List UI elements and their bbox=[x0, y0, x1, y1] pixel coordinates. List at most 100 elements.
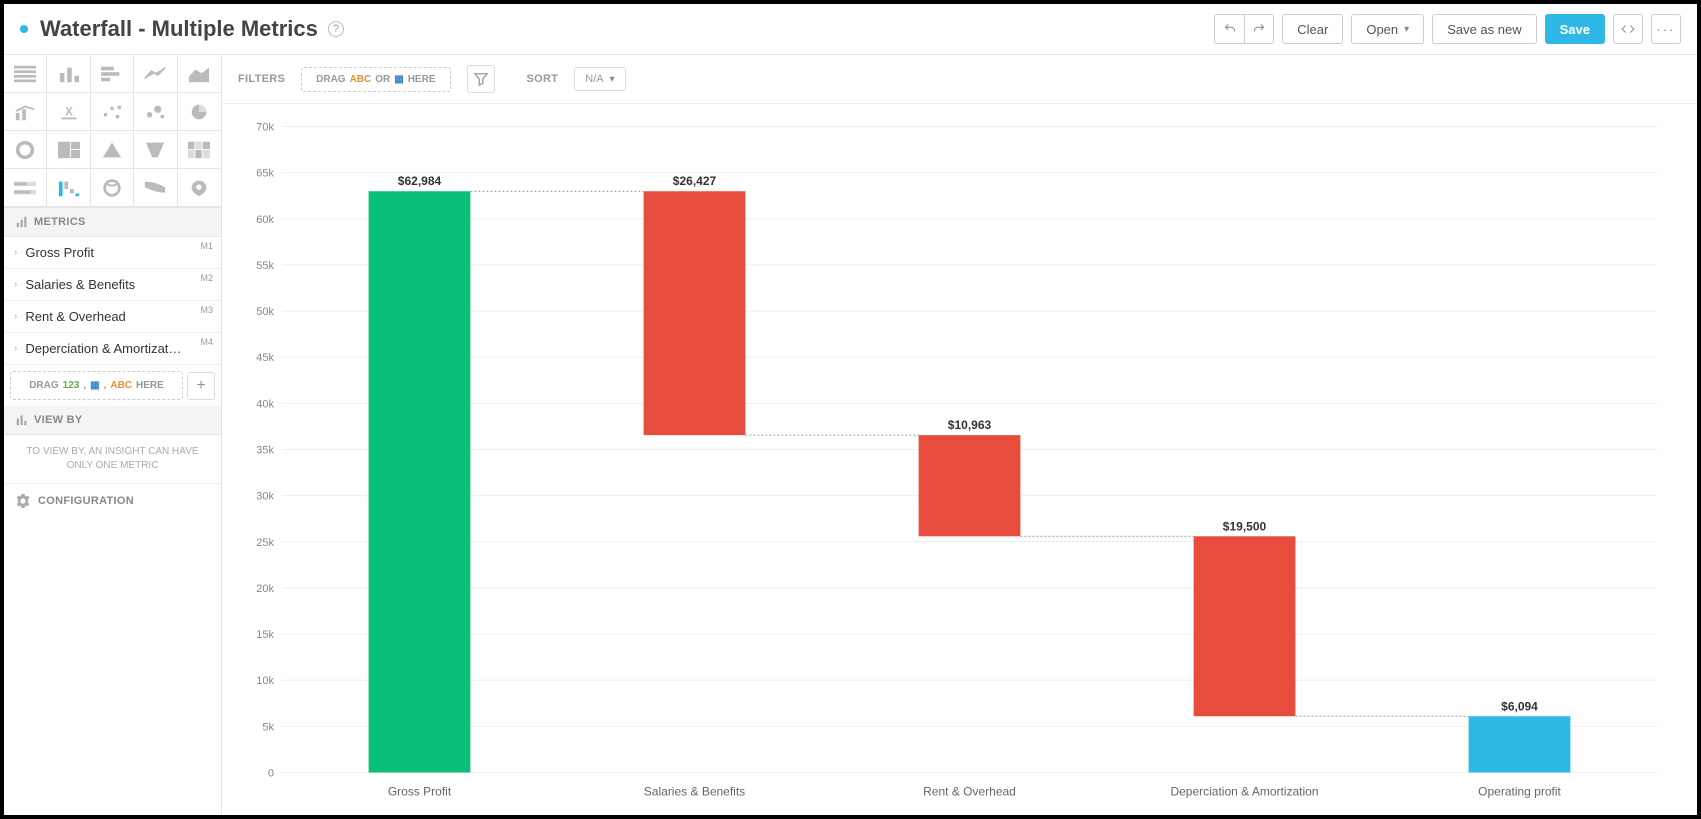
funnel-icon bbox=[474, 72, 488, 86]
metric-item-salaries[interactable]: › Salaries & Benefits M2 bbox=[4, 269, 221, 301]
svg-text:30k: 30k bbox=[256, 491, 274, 503]
chart-type-combo[interactable] bbox=[4, 93, 47, 131]
bar-value-label: $19,500 bbox=[1223, 519, 1267, 533]
configuration-label: CONFIGURATION bbox=[38, 495, 134, 507]
chart-type-heatmap[interactable] bbox=[178, 131, 221, 169]
chevron-right-icon: › bbox=[14, 247, 17, 258]
svg-text:45k: 45k bbox=[256, 352, 274, 364]
metric-badge: M4 bbox=[200, 337, 213, 347]
page-title: Waterfall - Multiple Metrics bbox=[40, 16, 318, 42]
chart-type-scatter[interactable] bbox=[91, 93, 134, 131]
more-button[interactable]: ··· bbox=[1651, 14, 1681, 44]
metrics-label: METRICS bbox=[34, 216, 86, 228]
add-metric-button[interactable]: + bbox=[187, 372, 215, 400]
metric-name: Gross Profit bbox=[25, 245, 211, 260]
metric-name: Salaries & Benefits bbox=[25, 277, 211, 292]
filters-dropzone[interactable]: DRAG ABC OR ▦ HERE bbox=[301, 67, 450, 92]
chevron-right-icon: › bbox=[14, 343, 17, 354]
redo-button[interactable] bbox=[1244, 14, 1274, 44]
x-axis-label: Gross Profit bbox=[388, 785, 452, 799]
chart-type-area[interactable] bbox=[178, 55, 221, 93]
chart-type-pie[interactable] bbox=[178, 93, 221, 131]
undo-button[interactable] bbox=[1214, 14, 1244, 44]
svg-text:70k: 70k bbox=[256, 122, 274, 134]
waterfall-bar[interactable] bbox=[644, 191, 746, 435]
x-axis-label: Salaries & Benefits bbox=[644, 785, 745, 799]
svg-text:0: 0 bbox=[268, 768, 274, 780]
svg-text:10k: 10k bbox=[256, 675, 274, 687]
metrics-dropzone[interactable]: DRAG 123, ▦, ABC HERE bbox=[10, 371, 183, 400]
help-icon[interactable]: ? bbox=[328, 21, 344, 37]
chart-toolbar: FILTERS DRAG ABC OR ▦ HERE SORT N/A ▾ bbox=[222, 55, 1697, 104]
bar-value-label: $10,963 bbox=[948, 418, 992, 432]
tag-abc-icon: ABC bbox=[110, 380, 132, 391]
here-text: HERE bbox=[136, 380, 164, 391]
bar-value-label: $26,427 bbox=[673, 174, 717, 188]
code-icon bbox=[1621, 22, 1635, 36]
header-bar: Waterfall - Multiple Metrics ? Clear Ope… bbox=[4, 4, 1697, 55]
app-window: Waterfall - Multiple Metrics ? Clear Ope… bbox=[0, 0, 1701, 819]
waterfall-bar[interactable] bbox=[1194, 536, 1296, 716]
undo-icon bbox=[1223, 22, 1237, 36]
ellipsis-icon: ··· bbox=[1657, 22, 1676, 37]
open-button[interactable]: Open ▾ bbox=[1351, 14, 1424, 44]
chart-type-column[interactable] bbox=[47, 55, 90, 93]
chevron-down-icon: ▾ bbox=[1404, 24, 1409, 35]
viewby-message: TO VIEW BY, AN INSIGHT CAN HAVE ONLY ONE… bbox=[4, 435, 221, 483]
header-actions: Clear Open ▾ Save as new Save ··· bbox=[1214, 14, 1681, 44]
viewby-label: VIEW BY bbox=[34, 414, 83, 426]
metrics-icon bbox=[16, 216, 28, 228]
configuration-button[interactable]: CONFIGURATION bbox=[4, 483, 221, 518]
chart-type-geo[interactable] bbox=[178, 169, 221, 207]
chart-area: 05k10k15k20k25k30k35k40k45k50k55k60k65k7… bbox=[222, 104, 1697, 815]
redo-icon bbox=[1252, 22, 1266, 36]
chart-type-treemap[interactable] bbox=[47, 131, 90, 169]
drag-text: DRAG bbox=[29, 380, 58, 391]
drag-text: DRAG bbox=[316, 74, 345, 85]
metrics-drop-row: DRAG 123, ▦, ABC HERE + bbox=[10, 371, 215, 400]
chart-type-waterfall[interactable] bbox=[47, 169, 90, 207]
undo-redo-group bbox=[1214, 14, 1274, 44]
waterfall-bar[interactable] bbox=[1469, 716, 1571, 772]
chart-type-bar[interactable] bbox=[91, 55, 134, 93]
chart-type-sankey[interactable] bbox=[134, 169, 177, 207]
tag-table-icon: ▦ bbox=[90, 380, 99, 391]
svg-text:15k: 15k bbox=[256, 629, 274, 641]
save-as-new-button[interactable]: Save as new bbox=[1432, 14, 1536, 44]
svg-text:50k: 50k bbox=[256, 306, 274, 318]
chart-type-headline[interactable]: X bbox=[47, 93, 90, 131]
svg-text:25k: 25k bbox=[256, 537, 274, 549]
metric-badge: M3 bbox=[200, 305, 213, 315]
chart-type-line[interactable] bbox=[134, 55, 177, 93]
svg-text:40k: 40k bbox=[256, 398, 274, 410]
metric-item-gross-profit[interactable]: › Gross Profit M1 bbox=[4, 237, 221, 269]
chart-type-bubble[interactable] bbox=[134, 93, 177, 131]
waterfall-bar[interactable] bbox=[919, 435, 1021, 536]
embed-button[interactable] bbox=[1613, 14, 1643, 44]
clear-button[interactable]: Clear bbox=[1282, 14, 1343, 44]
body: X METRICS › bbox=[4, 55, 1697, 815]
waterfall-bar[interactable] bbox=[369, 191, 471, 772]
svg-text:20k: 20k bbox=[256, 583, 274, 595]
metric-item-rent[interactable]: › Rent & Overhead M3 bbox=[4, 301, 221, 333]
svg-text:60k: 60k bbox=[256, 214, 274, 226]
sort-dropdown[interactable]: N/A ▾ bbox=[574, 67, 625, 91]
chart-type-bullet[interactable] bbox=[4, 169, 47, 207]
chart-type-funnel[interactable] bbox=[134, 131, 177, 169]
save-button[interactable]: Save bbox=[1545, 14, 1605, 44]
chart-type-dependency[interactable] bbox=[91, 169, 134, 207]
tag-table-icon: ▦ bbox=[394, 74, 403, 85]
chart-type-table[interactable] bbox=[4, 55, 47, 93]
metric-badge: M2 bbox=[200, 273, 213, 283]
waterfall-chart: 05k10k15k20k25k30k35k40k45k50k55k60k65k7… bbox=[232, 114, 1667, 810]
svg-text:X: X bbox=[65, 104, 73, 118]
svg-text:65k: 65k bbox=[256, 168, 274, 180]
chart-type-pyramid[interactable] bbox=[91, 131, 134, 169]
x-axis-label: Operating profit bbox=[1478, 785, 1561, 799]
svg-text:5k: 5k bbox=[262, 721, 274, 733]
chart-type-donut[interactable] bbox=[4, 131, 47, 169]
x-axis-label: Deperciation & Amortization bbox=[1170, 785, 1318, 799]
sort-value: N/A bbox=[585, 73, 603, 85]
filter-button[interactable] bbox=[467, 65, 495, 93]
metric-item-depreciation[interactable]: › Deperciation & Amortizat… M4 bbox=[4, 333, 221, 365]
